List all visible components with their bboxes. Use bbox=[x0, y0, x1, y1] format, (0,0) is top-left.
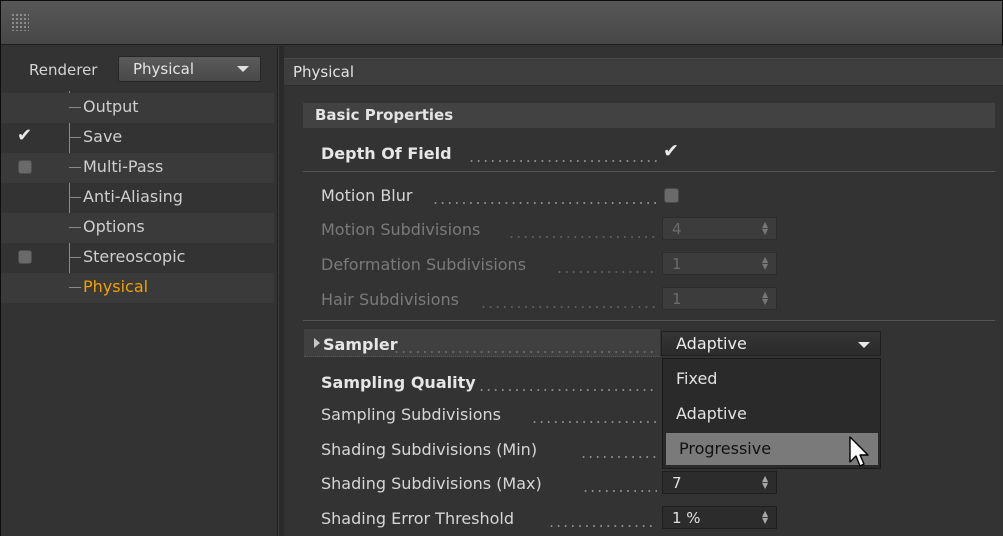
tree-item-label: Output bbox=[83, 97, 139, 116]
field-value: 7 bbox=[672, 474, 682, 492]
title-bar[interactable] bbox=[1, 1, 1002, 45]
shading-error-threshold-label: Shading Error Threshold bbox=[321, 509, 515, 528]
tree-branch bbox=[69, 287, 81, 288]
sampler-select[interactable]: Adaptive bbox=[661, 331, 881, 356]
menu-item-adaptive[interactable]: Adaptive bbox=[663, 398, 880, 430]
tree-branch bbox=[69, 197, 81, 198]
tree-item-options[interactable]: Options bbox=[1, 213, 274, 243]
expand-triangle-icon[interactable] bbox=[314, 338, 320, 348]
field-value: 1 % bbox=[672, 509, 701, 527]
motion-subdivisions-label: Motion Subdivisions bbox=[321, 220, 481, 239]
sampling-subdivisions-label: Sampling Subdivisions bbox=[321, 405, 501, 424]
shading-error-threshold-field[interactable]: 1 % ▲ ▼ bbox=[662, 506, 777, 529]
tree-branch bbox=[69, 227, 81, 228]
leader-dots: ............................ bbox=[481, 293, 657, 309]
renderer-select[interactable]: Physical bbox=[118, 56, 261, 82]
deformation-subdivisions-label: Deformation Subdivisions bbox=[321, 255, 527, 274]
tree-item-stereoscopic[interactable]: Stereoscopic bbox=[1, 243, 274, 273]
spinner-arrows-icon[interactable]: ▲ ▼ bbox=[762, 256, 770, 271]
tree-item-label: Options bbox=[83, 217, 145, 236]
deformation-subdivisions-field[interactable]: 1 ▲ ▼ bbox=[662, 252, 777, 275]
motion-blur-checkbox[interactable] bbox=[664, 188, 679, 203]
render-settings-window: Renderer Physical Output ✔ Save Multi-Pa… bbox=[0, 0, 1003, 536]
leader-dots: ............ bbox=[581, 443, 657, 459]
divider bbox=[303, 320, 995, 321]
checkmark-icon[interactable]: ✔ bbox=[663, 140, 679, 162]
tree-item-save[interactable]: ✔ Save bbox=[1, 123, 274, 153]
tree-item-anti-aliasing[interactable]: Anti-Aliasing bbox=[1, 183, 274, 213]
tree-branch bbox=[69, 107, 81, 108]
leader-dots: .............................. bbox=[469, 147, 657, 163]
menu-item-fixed[interactable]: Fixed bbox=[663, 363, 880, 395]
spinner-arrows-icon[interactable]: ▲ ▼ bbox=[762, 291, 770, 306]
tree-branch bbox=[69, 137, 81, 138]
spinner-arrows-icon[interactable]: ▲ ▼ bbox=[762, 221, 770, 236]
field-value: 4 bbox=[672, 220, 682, 238]
leader-dots: ........................................… bbox=[394, 338, 657, 354]
spinner-arrows-icon[interactable]: ▲ ▼ bbox=[762, 510, 770, 525]
renderer-value: Physical bbox=[133, 60, 195, 78]
tree-branch bbox=[69, 257, 81, 258]
field-value: 1 bbox=[672, 255, 682, 273]
hair-subdivisions-label: Hair Subdivisions bbox=[321, 290, 459, 309]
tree-item-label: Save bbox=[83, 127, 123, 146]
dropdown-arrow-icon bbox=[858, 342, 870, 348]
grip-icon[interactable] bbox=[11, 13, 29, 31]
leader-dots: ............ bbox=[583, 477, 657, 493]
field-value: 1 bbox=[672, 290, 682, 308]
leader-dots: .................................... bbox=[433, 189, 657, 205]
depth-of-field-label: Depth Of Field bbox=[321, 144, 452, 163]
section-header[interactable]: Basic Properties bbox=[303, 103, 995, 128]
checkmark-icon[interactable]: ✔ bbox=[17, 125, 32, 146]
leader-dots: ................ bbox=[557, 258, 657, 274]
spinner-arrows-icon[interactable]: ▲ ▼ bbox=[762, 475, 770, 490]
shading-subdivisions-max-field[interactable]: 7 ▲ ▼ bbox=[662, 471, 777, 494]
shading-subdivisions-min-label: Shading Subdivisions (Min) bbox=[321, 440, 538, 459]
mouse-cursor-icon bbox=[849, 436, 869, 467]
tree-item-label: Multi-Pass bbox=[83, 157, 164, 176]
motion-subdivisions-field[interactable]: 4 ▲ ▼ bbox=[662, 217, 777, 240]
tree-item-multi-pass[interactable]: Multi-Pass bbox=[1, 153, 274, 183]
hair-subdivisions-field[interactable]: 1 ▲ ▼ bbox=[662, 287, 777, 310]
shading-subdivisions-max-label: Shading Subdivisions (Max) bbox=[321, 474, 542, 493]
leader-dots: .................. bbox=[549, 512, 657, 528]
tree-item-output[interactable]: Output bbox=[1, 93, 274, 123]
sampler-label: Sampler bbox=[323, 335, 398, 354]
tree-branch bbox=[69, 167, 81, 168]
dropdown-arrow-icon bbox=[237, 66, 249, 72]
leader-dots: .................... bbox=[532, 408, 657, 424]
panel-header: Physical bbox=[284, 58, 1003, 86]
divider bbox=[303, 171, 995, 172]
leader-dots: ........................ bbox=[509, 223, 657, 239]
tree-item-physical[interactable]: Physical bbox=[1, 273, 274, 303]
motion-blur-label: Motion Blur bbox=[321, 186, 413, 205]
checkbox-icon[interactable] bbox=[18, 250, 32, 264]
renderer-label: Renderer bbox=[29, 61, 98, 79]
tree-item-label: Anti-Aliasing bbox=[83, 187, 183, 206]
sampler-value: Adaptive bbox=[676, 334, 747, 353]
tree-item-label: Physical bbox=[83, 277, 149, 296]
checkbox-icon[interactable] bbox=[18, 160, 32, 174]
tree-item-label: Stereoscopic bbox=[83, 247, 186, 266]
sampling-quality-label: Sampling Quality bbox=[321, 373, 476, 392]
leader-dots: ............................ bbox=[479, 376, 657, 392]
